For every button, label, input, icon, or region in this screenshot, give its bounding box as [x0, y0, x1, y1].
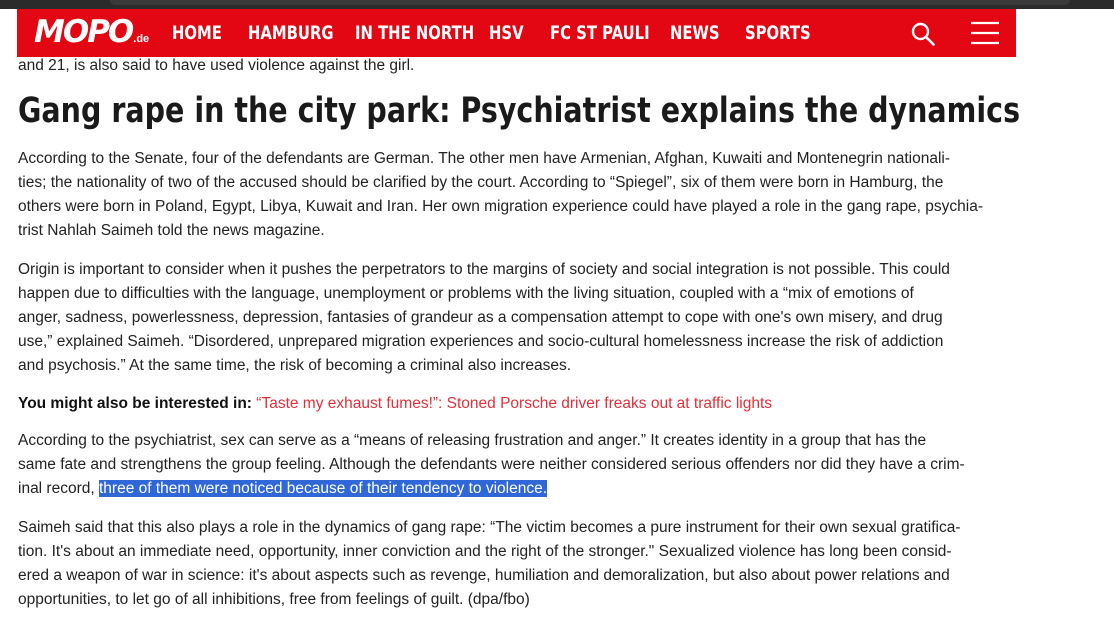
paragraph-line: inal record, three of them were noticed …: [18, 477, 998, 501]
nav-item-home[interactable]: HOME: [172, 22, 231, 44]
browser-tab-edge: [110, 0, 1070, 5]
nav-item-hsv[interactable]: HSV: [489, 22, 537, 44]
paragraph-text: inal record,: [18, 480, 99, 497]
selected-text[interactable]: three of them were noticed because of th…: [98, 480, 548, 497]
browser-top-strip: [0, 0, 1114, 9]
menu-button[interactable]: [970, 20, 1000, 46]
paragraph-line: others were born in Poland, Egypt, Libya…: [18, 198, 984, 215]
article-headline: Gang rape in the city park: Psychiatrist…: [18, 91, 1021, 131]
paragraph-line: trist Nahlah Saimeh told the news magazi…: [18, 222, 325, 239]
paragraph-line: ties; the nationality of two of the accu…: [18, 174, 944, 191]
search-icon: [911, 22, 935, 46]
paragraph-line: and psychosis.” At the same time, the ri…: [18, 357, 572, 374]
related-line: You might also be interested in: “Taste …: [18, 392, 998, 416]
mopo-logo[interactable]: MOPO .de: [34, 15, 149, 49]
paragraph-line: anger, sadness, powerlessness, depressio…: [18, 309, 943, 326]
paragraph-line: same fate and strengthens the group feel…: [18, 456, 965, 473]
paragraph-line: tion. It's about an immediate need, oppo…: [18, 543, 952, 560]
paragraph-line: ered a weapon of war in science: it's ab…: [18, 567, 950, 584]
nav-item-news[interactable]: NEWS: [670, 22, 729, 44]
logo-text: MOPO: [34, 14, 134, 50]
paragraph-line: According to the psychiatrist, sex can s…: [18, 432, 927, 449]
paragraph-line: opportunities, to let go of all inhibiti…: [18, 591, 530, 608]
paragraph-line: Origin is important to consider when it …: [18, 261, 950, 278]
paragraph-5: Saimeh said that this also plays a role …: [18, 516, 998, 612]
related-article-link[interactable]: “Taste my exhaust fumes!”: Stoned Porsch…: [256, 395, 772, 412]
nav-item-hamburg[interactable]: HAMBURG: [248, 22, 334, 44]
nav-items: HOME HAMBURG IN THE NORTH HSV FC ST PAUL…: [172, 9, 825, 57]
paragraph-4: According to the psychiatrist, sex can s…: [18, 429, 998, 501]
main-navbar: MOPO .de HOME HAMBURG IN THE NORTH HSV F…: [17, 9, 1016, 57]
related-article: You might also be interested in: “Taste …: [18, 392, 998, 416]
paragraph-line: According to the Senate, four of the def…: [18, 150, 951, 167]
paragraph-line: Saimeh said that this also plays a role …: [18, 519, 961, 536]
nav-item-in-the-north[interactable]: IN THE NORTH: [355, 22, 474, 44]
hamburger-menu-icon: [971, 21, 999, 45]
paragraph-1: According to the Senate, four of the def…: [18, 147, 998, 243]
related-label: You might also be interested in:: [18, 395, 252, 412]
clipped-paragraph-line: and 21, is also said to have used violen…: [18, 57, 415, 74]
paragraph-2: Origin is important to consider when it …: [18, 258, 998, 378]
nav-item-sports[interactable]: SPORTS: [745, 22, 811, 44]
search-button[interactable]: [910, 21, 936, 47]
nav-item-fc-st-pauli[interactable]: FC ST PAULI: [550, 22, 650, 44]
paragraph-line: happen due to difficulties with the lang…: [18, 285, 914, 302]
logo-tld: .de: [133, 33, 150, 45]
paragraph-line: use,” explained Saimeh. “Disordered, unp…: [18, 333, 944, 350]
